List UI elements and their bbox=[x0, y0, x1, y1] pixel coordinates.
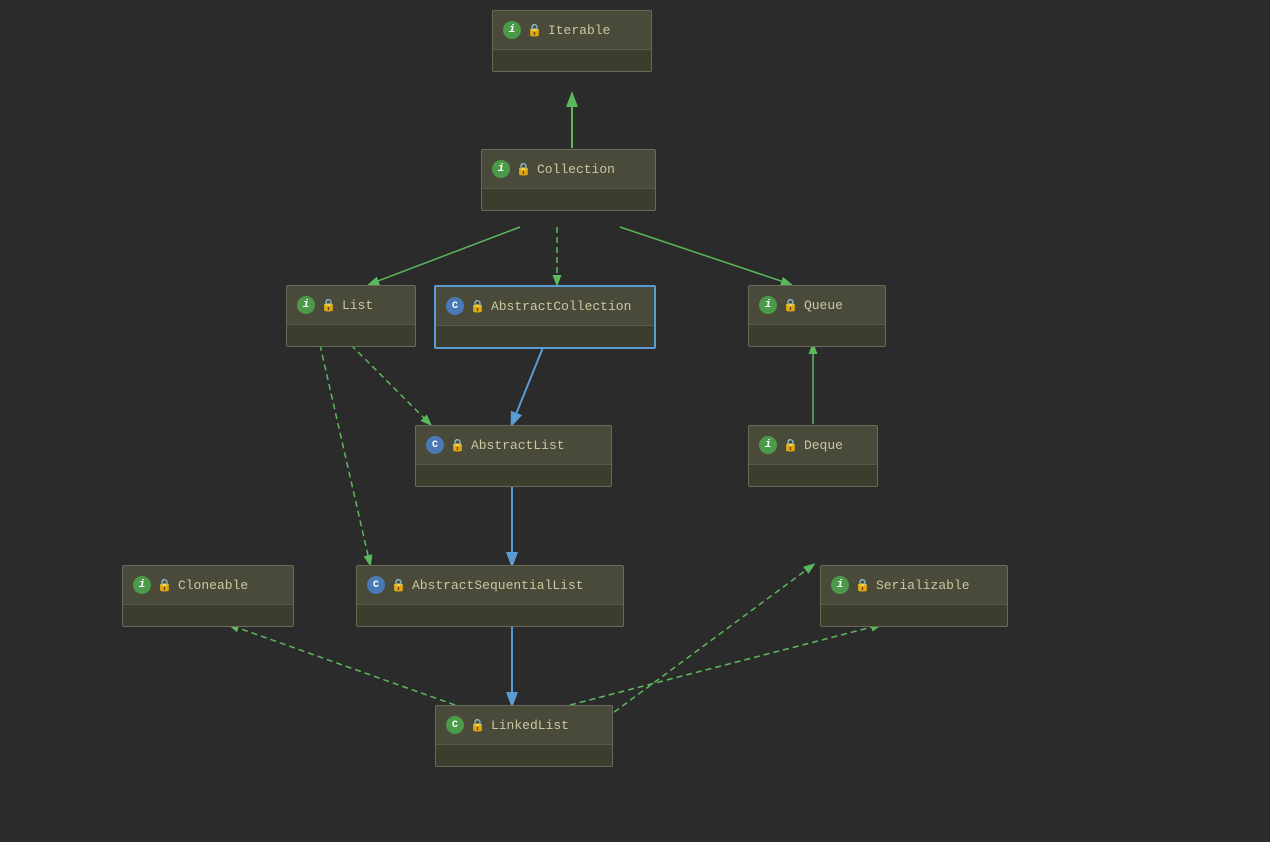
label-list: List bbox=[342, 298, 373, 313]
label-iterable: Iterable bbox=[548, 23, 610, 38]
node-body-abstractlist bbox=[416, 464, 611, 486]
node-linkedlist[interactable]: C 🔒 LinkedList bbox=[435, 705, 613, 767]
icon-list: i bbox=[297, 296, 315, 314]
diagram-container: i 🔒 Iterable i 🔒 Collection i 🔒 List C 🔒… bbox=[0, 0, 1270, 842]
icon-queue: i bbox=[759, 296, 777, 314]
icon-abstractcollection: C bbox=[446, 297, 464, 315]
node-body-collection bbox=[482, 188, 655, 210]
node-body-deque bbox=[749, 464, 877, 486]
label-serializable: Serializable bbox=[876, 578, 970, 593]
label-linkedlist: LinkedList bbox=[491, 718, 569, 733]
icon-serializable: i bbox=[831, 576, 849, 594]
icon-abstractsequentiallist: C bbox=[367, 576, 385, 594]
node-deque[interactable]: i 🔒 Deque bbox=[748, 425, 878, 487]
node-body-queue bbox=[749, 324, 885, 346]
connections-svg bbox=[0, 0, 1270, 842]
label-cloneable: Cloneable bbox=[178, 578, 248, 593]
label-deque: Deque bbox=[804, 438, 843, 453]
node-abstractlist[interactable]: C 🔒 AbstractList bbox=[415, 425, 612, 487]
icon-deque: i bbox=[759, 436, 777, 454]
node-collection[interactable]: i 🔒 Collection bbox=[481, 149, 656, 211]
node-body-linkedlist bbox=[436, 744, 612, 766]
node-serializable[interactable]: i 🔒 Serializable bbox=[820, 565, 1008, 627]
node-queue[interactable]: i 🔒 Queue bbox=[748, 285, 886, 347]
node-abstractsequentiallist[interactable]: C 🔒 AbstractSequentialList bbox=[356, 565, 624, 627]
icon-cloneable: i bbox=[133, 576, 151, 594]
node-abstractcollection[interactable]: C 🔒 AbstractCollection bbox=[434, 285, 656, 349]
icon-collection: i bbox=[492, 160, 510, 178]
label-abstractlist: AbstractList bbox=[471, 438, 565, 453]
node-cloneable[interactable]: i 🔒 Cloneable bbox=[122, 565, 294, 627]
node-list[interactable]: i 🔒 List bbox=[286, 285, 416, 347]
node-body-abstractsequentiallist bbox=[357, 604, 623, 626]
node-iterable[interactable]: i 🔒 Iterable bbox=[492, 10, 652, 72]
label-abstractsequentiallist: AbstractSequentialList bbox=[412, 578, 584, 593]
node-body-serializable bbox=[821, 604, 1007, 626]
node-body-iterable bbox=[493, 49, 651, 71]
icon-iterable: i bbox=[503, 21, 521, 39]
icon-abstractlist: C bbox=[426, 436, 444, 454]
label-abstractcollection: AbstractCollection bbox=[491, 299, 631, 314]
label-queue: Queue bbox=[804, 298, 843, 313]
label-collection: Collection bbox=[537, 162, 615, 177]
node-body-list bbox=[287, 324, 415, 346]
node-body-abstractcollection bbox=[436, 325, 654, 347]
icon-linkedlist: C bbox=[446, 716, 464, 734]
node-body-cloneable bbox=[123, 604, 293, 626]
